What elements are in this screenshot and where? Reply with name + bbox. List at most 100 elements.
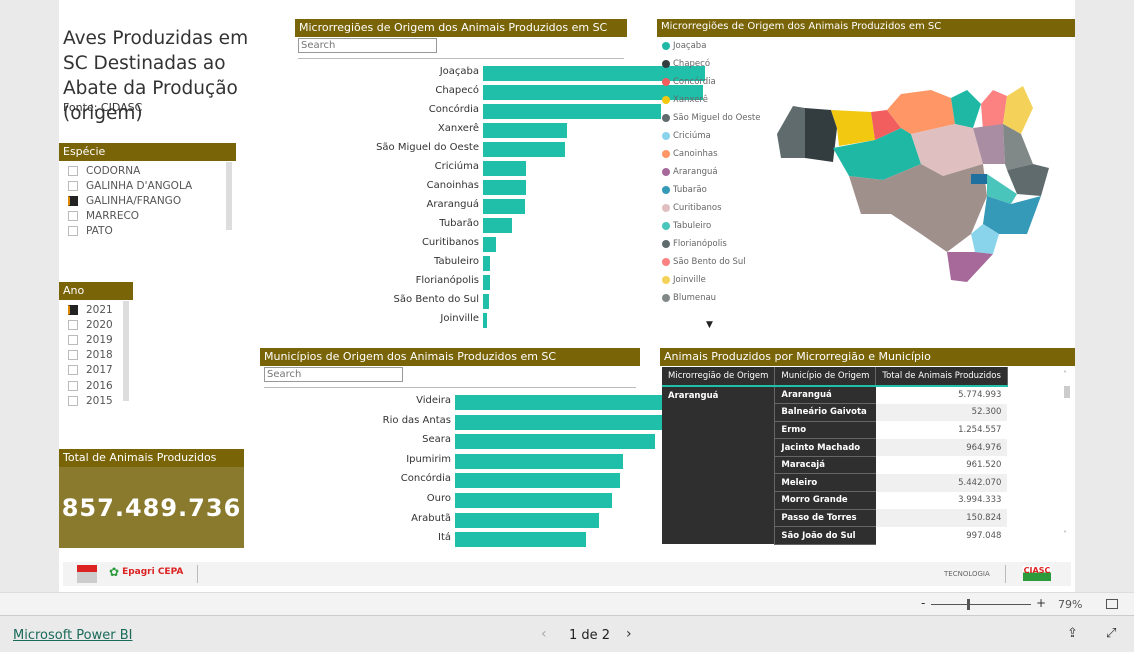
- ano-slicer[interactable]: 2021 2020 2019 2018 2017 2016 2015: [59, 302, 129, 408]
- column-header-microrregiao[interactable]: Microrregião de Origem: [662, 367, 776, 387]
- especie-slicer[interactable]: CODORNA GALINHA D'ANGOLA GALINHA/FRANGO MAR…: [59, 163, 229, 239]
- legend-item[interactable]: Curitibanos: [657, 199, 761, 217]
- bar[interactable]: [483, 142, 565, 157]
- bar[interactable]: [483, 104, 661, 119]
- table-scrollbar-thumb[interactable]: [1064, 386, 1070, 398]
- legend-item[interactable]: Blumenau: [657, 289, 761, 307]
- sc-map[interactable]: [771, 84, 1061, 284]
- muni-search-input[interactable]: [264, 367, 403, 382]
- zoom-in-button[interactable]: +: [1036, 596, 1046, 610]
- slicer-item-label: PATO: [86, 225, 113, 238]
- zoom-slider[interactable]: [931, 604, 1031, 605]
- especie-scrollbar[interactable]: [226, 162, 232, 230]
- bar[interactable]: [483, 237, 496, 252]
- slicer-item[interactable]: 2017: [59, 363, 129, 378]
- ano-scrollbar[interactable]: [123, 301, 129, 401]
- bar[interactable]: [483, 256, 490, 271]
- checkbox[interactable]: [68, 334, 78, 345]
- bar-label: Chapecó: [435, 85, 479, 96]
- legend-item[interactable]: Joaçaba: [657, 37, 761, 55]
- bar[interactable]: [455, 414, 685, 430]
- legend-item[interactable]: Criciúma: [657, 127, 761, 145]
- checkbox[interactable]: [68, 211, 78, 222]
- checkbox[interactable]: [68, 195, 78, 206]
- legend-item[interactable]: São Bento do Sul: [657, 253, 761, 271]
- table-header: Animais Produzidos por Microrregião e Mu…: [660, 348, 1075, 366]
- next-page-icon[interactable]: ›: [626, 626, 632, 642]
- scroll-up-icon[interactable]: ˄: [1063, 370, 1067, 379]
- legend-item[interactable]: Tabuleiro: [657, 217, 761, 235]
- scroll-down-icon[interactable]: ˅: [1063, 530, 1067, 539]
- legend-label: Araranguá: [673, 167, 718, 177]
- bar[interactable]: [455, 395, 690, 410]
- bar-label: Tabuleiro: [434, 256, 479, 267]
- bar[interactable]: [483, 180, 526, 195]
- data-table[interactable]: Microrregião de Origem Município de Orig…: [662, 367, 1074, 545]
- bar[interactable]: [455, 493, 612, 508]
- legend-more-arrow-icon[interactable]: ▼: [706, 320, 713, 330]
- micro-search-input[interactable]: [298, 38, 437, 53]
- bar[interactable]: [455, 453, 623, 469]
- zoom-out-button[interactable]: -: [921, 596, 925, 610]
- zoom-slider-thumb[interactable]: [967, 599, 970, 610]
- total-cell: 5.442.070: [875, 473, 1008, 492]
- fullscreen-icon[interactable]: ⤢: [1106, 626, 1116, 641]
- checkbox[interactable]: [68, 365, 78, 376]
- column-header-total[interactable]: Total de Animais Produzidos: [875, 367, 1008, 387]
- bar[interactable]: [483, 313, 487, 328]
- municipio-cell: Meleiro: [774, 473, 876, 493]
- slicer-item[interactable]: 2020: [59, 317, 129, 332]
- legend-label: Joaçaba: [673, 41, 707, 51]
- municipio-cell: Jacinto Machado: [774, 438, 876, 457]
- bar-label: Curitibanos: [421, 237, 479, 248]
- bar[interactable]: [455, 532, 586, 548]
- bar[interactable]: [483, 218, 512, 233]
- checkbox[interactable]: [68, 350, 78, 361]
- legend-item[interactable]: Tubarão: [657, 181, 761, 199]
- slicer-item[interactable]: 2019: [59, 332, 129, 347]
- slicer-item[interactable]: GALINHA D'ANGOLA: [59, 178, 229, 193]
- legend-item[interactable]: Chapecó: [657, 55, 761, 73]
- bar[interactable]: [483, 199, 525, 214]
- slicer-item[interactable]: 2018: [59, 348, 129, 363]
- legend-item[interactable]: Canoinhas: [657, 145, 761, 163]
- legend-label: Xanxerê: [673, 95, 708, 105]
- bar[interactable]: [483, 294, 489, 309]
- checkbox[interactable]: [68, 395, 78, 406]
- checkbox[interactable]: [68, 304, 78, 315]
- slicer-item[interactable]: 2021: [59, 302, 129, 317]
- slicer-item[interactable]: 2016: [59, 378, 129, 393]
- column-header-municipio[interactable]: Município de Origem: [774, 367, 877, 387]
- share-icon[interactable]: ⇪: [1067, 626, 1078, 641]
- bar[interactable]: [455, 434, 655, 450]
- checkbox[interactable]: [68, 165, 78, 176]
- checkbox[interactable]: [68, 380, 78, 391]
- bar[interactable]: [483, 161, 526, 176]
- fit-to-page-icon[interactable]: [1106, 599, 1118, 609]
- slicer-item[interactable]: 2015: [59, 393, 129, 408]
- bar[interactable]: [455, 512, 599, 528]
- legend-item[interactable]: Araranguá: [657, 163, 761, 181]
- bar[interactable]: [455, 473, 620, 489]
- bar-label: Xanxerê: [437, 123, 479, 134]
- municipio-cell: Balneário Gaivota: [774, 403, 876, 422]
- checkbox[interactable]: [68, 226, 78, 237]
- slicer-item[interactable]: MARRECO: [59, 209, 229, 224]
- legend-label: Concórdia: [673, 77, 716, 87]
- slicer-item[interactable]: GALINHA/FRANGO: [59, 193, 229, 208]
- prev-page-icon[interactable]: ‹: [541, 626, 547, 642]
- legend-item[interactable]: Joinville: [657, 271, 761, 289]
- table-row[interactable]: Araranguá Araranguá 5.774.993: [662, 386, 1007, 545]
- legend-item[interactable]: Concórdia: [657, 73, 761, 91]
- legend-item[interactable]: São Miguel do Oeste: [657, 109, 761, 127]
- legend-item[interactable]: Florianópolis: [657, 235, 761, 253]
- slicer-item[interactable]: PATO: [59, 224, 229, 239]
- checkbox[interactable]: [68, 180, 78, 191]
- checkbox[interactable]: [68, 319, 78, 330]
- bar[interactable]: [483, 123, 567, 138]
- legend-item[interactable]: Xanxerê: [657, 91, 761, 109]
- legend-label: Tubarão: [673, 185, 707, 195]
- power-bi-link[interactable]: Microsoft Power BI: [13, 628, 132, 643]
- slicer-item[interactable]: CODORNA: [59, 163, 229, 178]
- bar[interactable]: [483, 275, 490, 290]
